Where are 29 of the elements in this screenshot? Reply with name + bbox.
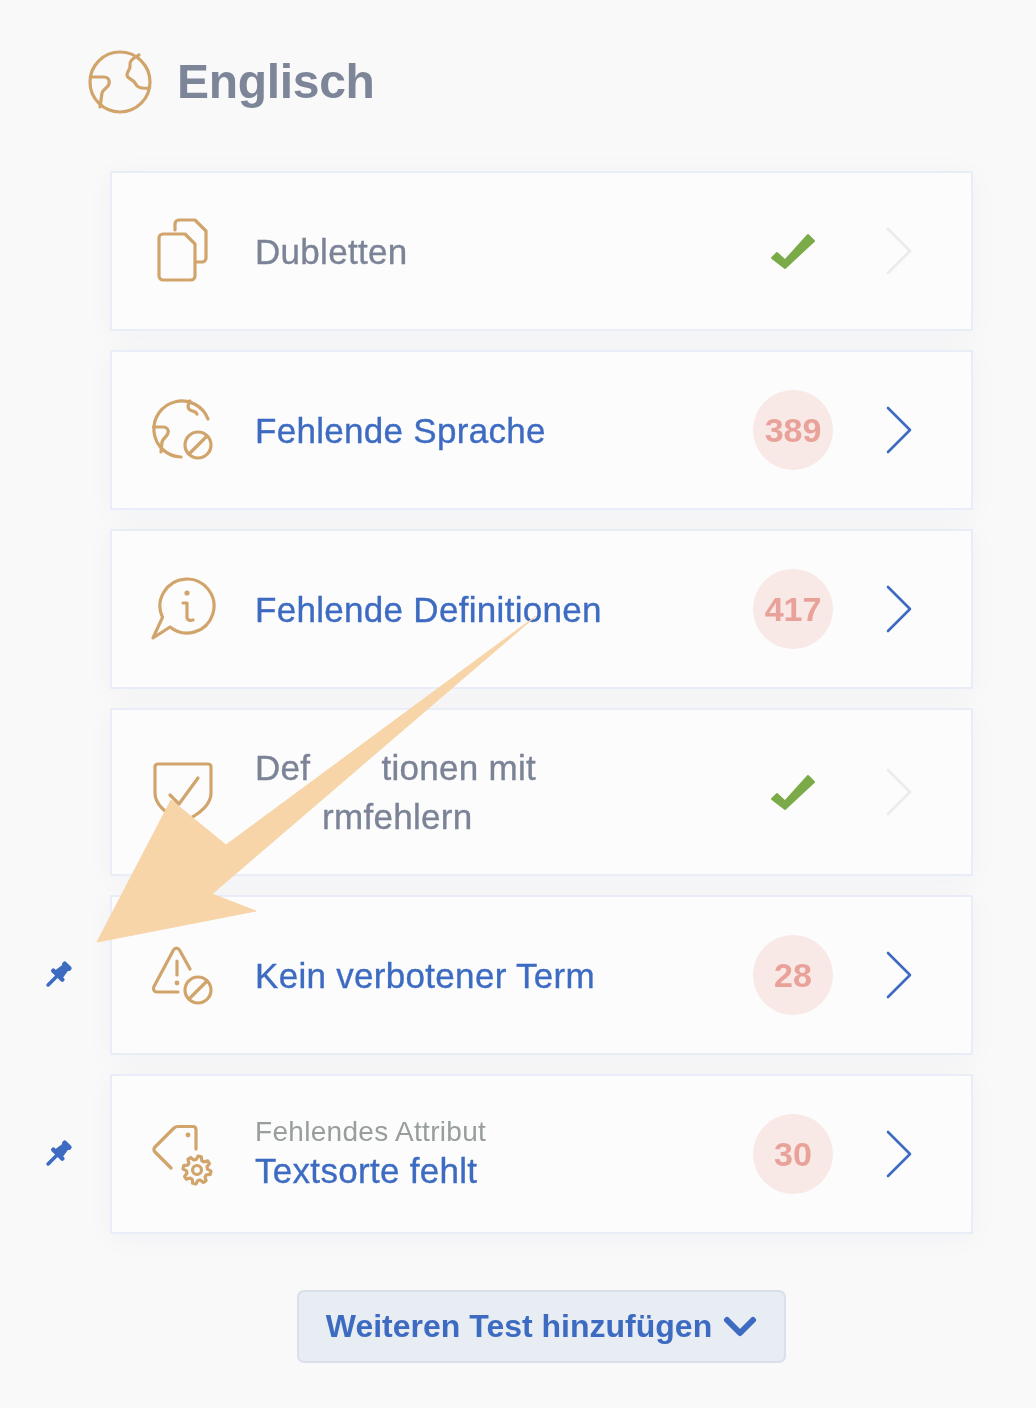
chevron-right-icon[interactable] — [886, 406, 912, 454]
test-card[interactable]: Kein verbotener Term 28 — [110, 895, 973, 1055]
test-card[interactable]: Dubletten — [110, 171, 973, 331]
test-card[interactable]: Fehlende Definitionen 417 — [110, 529, 973, 689]
globe-ban-icon — [150, 397, 216, 463]
test-card[interactable]: Def tionen mit rmfehlern — [110, 708, 973, 876]
issue-count: 28 — [753, 935, 833, 1015]
test-title: Textsorte fehlt — [255, 1150, 479, 1192]
speech-bubble-info-icon — [150, 576, 216, 642]
issue-count: 30 — [753, 1114, 833, 1194]
test-title: Def — [255, 748, 311, 787]
test-card[interactable]: Fehlendes Attribut Textsorte fehlt 30 — [110, 1074, 973, 1234]
chevron-right-icon[interactable] — [886, 585, 912, 633]
add-test-button[interactable]: Weiteren Test hinzufügen — [296, 1290, 787, 1363]
chevron-right-icon[interactable] — [886, 1130, 912, 1178]
test-title: Dubletten — [255, 230, 409, 273]
issue-count: 417 — [753, 569, 833, 649]
test-title: tionen mit — [381, 748, 537, 787]
globe-icon — [87, 49, 153, 115]
test-title: Kein verbotener Term — [255, 954, 596, 997]
test-card[interactable]: Fehlende Sprache 389 — [110, 350, 973, 510]
test-title: Fehlende Sprache — [255, 409, 547, 452]
chevron-right-icon[interactable] — [886, 951, 912, 999]
chevron-down-icon — [723, 1314, 758, 1339]
section-title: Englisch — [177, 54, 375, 110]
test-title: rmfehlern — [322, 797, 473, 836]
test-category: Fehlendes Attribut — [255, 1115, 488, 1149]
issue-count: 389 — [753, 390, 833, 470]
test-title: Fehlende Definitionen — [255, 588, 603, 631]
